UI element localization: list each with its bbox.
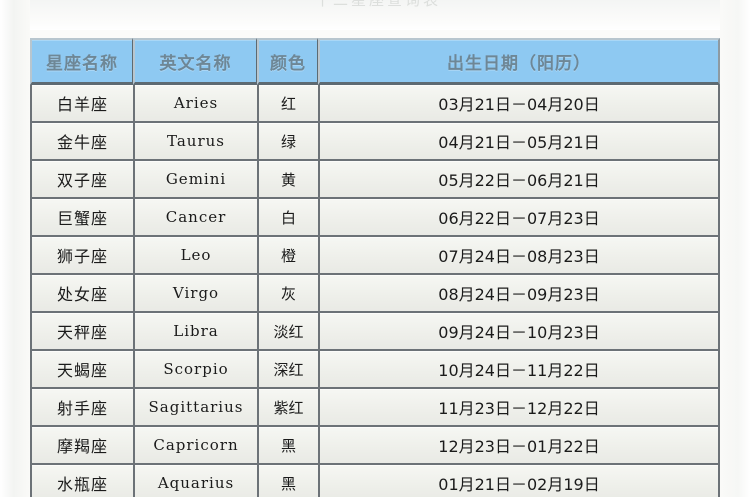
table-row: 处女座 Virgo 灰 08月24日－09月23日 (30, 275, 720, 313)
table-row: 金牛座 Taurus 绿 04月21日－05月21日 (30, 123, 720, 161)
zodiac-name-cell: 水瓶座 (30, 465, 133, 500)
zodiac-birthdate-cell: 03月21日－04月20日 (318, 85, 720, 123)
zodiac-birthdate-cell: 04月21日－05月21日 (318, 123, 720, 161)
zodiac-english-name-cell: Aries (133, 85, 257, 123)
zodiac-color-cell: 黑 (257, 465, 318, 500)
zodiac-english-name-cell: Cancer (133, 199, 257, 237)
zodiac-table: 星座名称 英文名称 颜色 出生日期（阳历） 白羊座 Aries 红 03月21日－04… (30, 38, 720, 500)
zodiac-color-cell: 深红 (257, 351, 318, 389)
page-title-ghost: 十二星座查询表 (314, 0, 441, 9)
zodiac-english-name-cell: Leo (133, 237, 257, 275)
table-row: 天秤座 Libra 淡红 09月24日－10月23日 (30, 313, 720, 351)
zodiac-color-cell: 紫红 (257, 389, 318, 427)
zodiac-birthdate-cell: 06月22日－07月23日 (318, 199, 720, 237)
zodiac-name-cell: 天蝎座 (30, 351, 133, 389)
zodiac-name-cell: 双子座 (30, 161, 133, 199)
zodiac-name-cell: 射手座 (30, 389, 133, 427)
zodiac-english-name-cell: Virgo (133, 275, 257, 313)
zodiac-birthdate-cell: 11月23日－12月22日 (318, 389, 720, 427)
zodiac-name-cell: 处女座 (30, 275, 133, 313)
zodiac-name-cell: 狮子座 (30, 237, 133, 275)
zodiac-english-name-cell: Scorpio (133, 351, 257, 389)
zodiac-english-name-cell: Sagittarius (133, 389, 257, 427)
title-strip: 十二星座查询表 (0, 0, 750, 30)
table-row: 水瓶座 Aquarius 黑 01月21日－02月19日 (30, 465, 720, 500)
zodiac-color-cell: 淡红 (257, 313, 318, 351)
zodiac-name-cell: 白羊座 (30, 85, 133, 123)
zodiac-birthdate-cell: 12月23日－01月22日 (318, 427, 720, 465)
column-header-english: 英文名称 (133, 38, 257, 85)
zodiac-color-cell: 黑 (257, 427, 318, 465)
zodiac-name-cell: 巨蟹座 (30, 199, 133, 237)
zodiac-birthdate-cell: 08月24日－09月23日 (318, 275, 720, 313)
zodiac-english-name-cell: Gemini (133, 161, 257, 199)
column-header-name: 星座名称 (30, 38, 133, 85)
zodiac-english-name-cell: Capricorn (133, 427, 257, 465)
zodiac-color-cell: 绿 (257, 123, 318, 161)
zodiac-birthdate-cell: 05月22日－06月21日 (318, 161, 720, 199)
table-row: 双子座 Gemini 黄 05月22日－06月21日 (30, 161, 720, 199)
zodiac-name-cell: 摩羯座 (30, 427, 133, 465)
left-gutter (0, 0, 30, 500)
zodiac-color-cell: 橙 (257, 237, 318, 275)
table-row: 天蝎座 Scorpio 深红 10月24日－11月22日 (30, 351, 720, 389)
table-row: 白羊座 Aries 红 03月21日－04月20日 (30, 85, 720, 123)
zodiac-color-cell: 黄 (257, 161, 318, 199)
table-body: 白羊座 Aries 红 03月21日－04月20日 金牛座 Taurus 绿 04月21日－0… (30, 85, 720, 500)
page-root: 十二星座查询表 星座名称 英文名称 颜色 出生日期（阳历） 白羊座 Aries 红 0… (0, 0, 750, 500)
table-row: 射手座 Sagittarius 紫红 11月23日－12月22日 (30, 389, 720, 427)
table-row: 摩羯座 Capricorn 黑 12月23日－01月22日 (30, 427, 720, 465)
column-header-color: 颜色 (257, 38, 318, 85)
table-row: 狮子座 Leo 橙 07月24日－08月23日 (30, 237, 720, 275)
table-header: 星座名称 英文名称 颜色 出生日期（阳历） (30, 38, 720, 85)
zodiac-english-name-cell: Aquarius (133, 465, 257, 500)
zodiac-name-cell: 金牛座 (30, 123, 133, 161)
zodiac-birthdate-cell: 09月24日－10月23日 (318, 313, 720, 351)
zodiac-birthdate-cell: 10月24日－11月22日 (318, 351, 720, 389)
zodiac-birthdate-cell: 01月21日－02月19日 (318, 465, 720, 500)
zodiac-name-cell: 天秤座 (30, 313, 133, 351)
table-header-row: 星座名称 英文名称 颜色 出生日期（阳历） (30, 38, 720, 85)
zodiac-english-name-cell: Taurus (133, 123, 257, 161)
zodiac-birthdate-cell: 07月24日－08月23日 (318, 237, 720, 275)
column-header-birthdate: 出生日期（阳历） (318, 38, 720, 85)
table-row: 巨蟹座 Cancer 白 06月22日－07月23日 (30, 199, 720, 237)
zodiac-color-cell: 红 (257, 85, 318, 123)
zodiac-english-name-cell: Libra (133, 313, 257, 351)
zodiac-color-cell: 白 (257, 199, 318, 237)
zodiac-color-cell: 灰 (257, 275, 318, 313)
right-gutter (720, 0, 750, 500)
